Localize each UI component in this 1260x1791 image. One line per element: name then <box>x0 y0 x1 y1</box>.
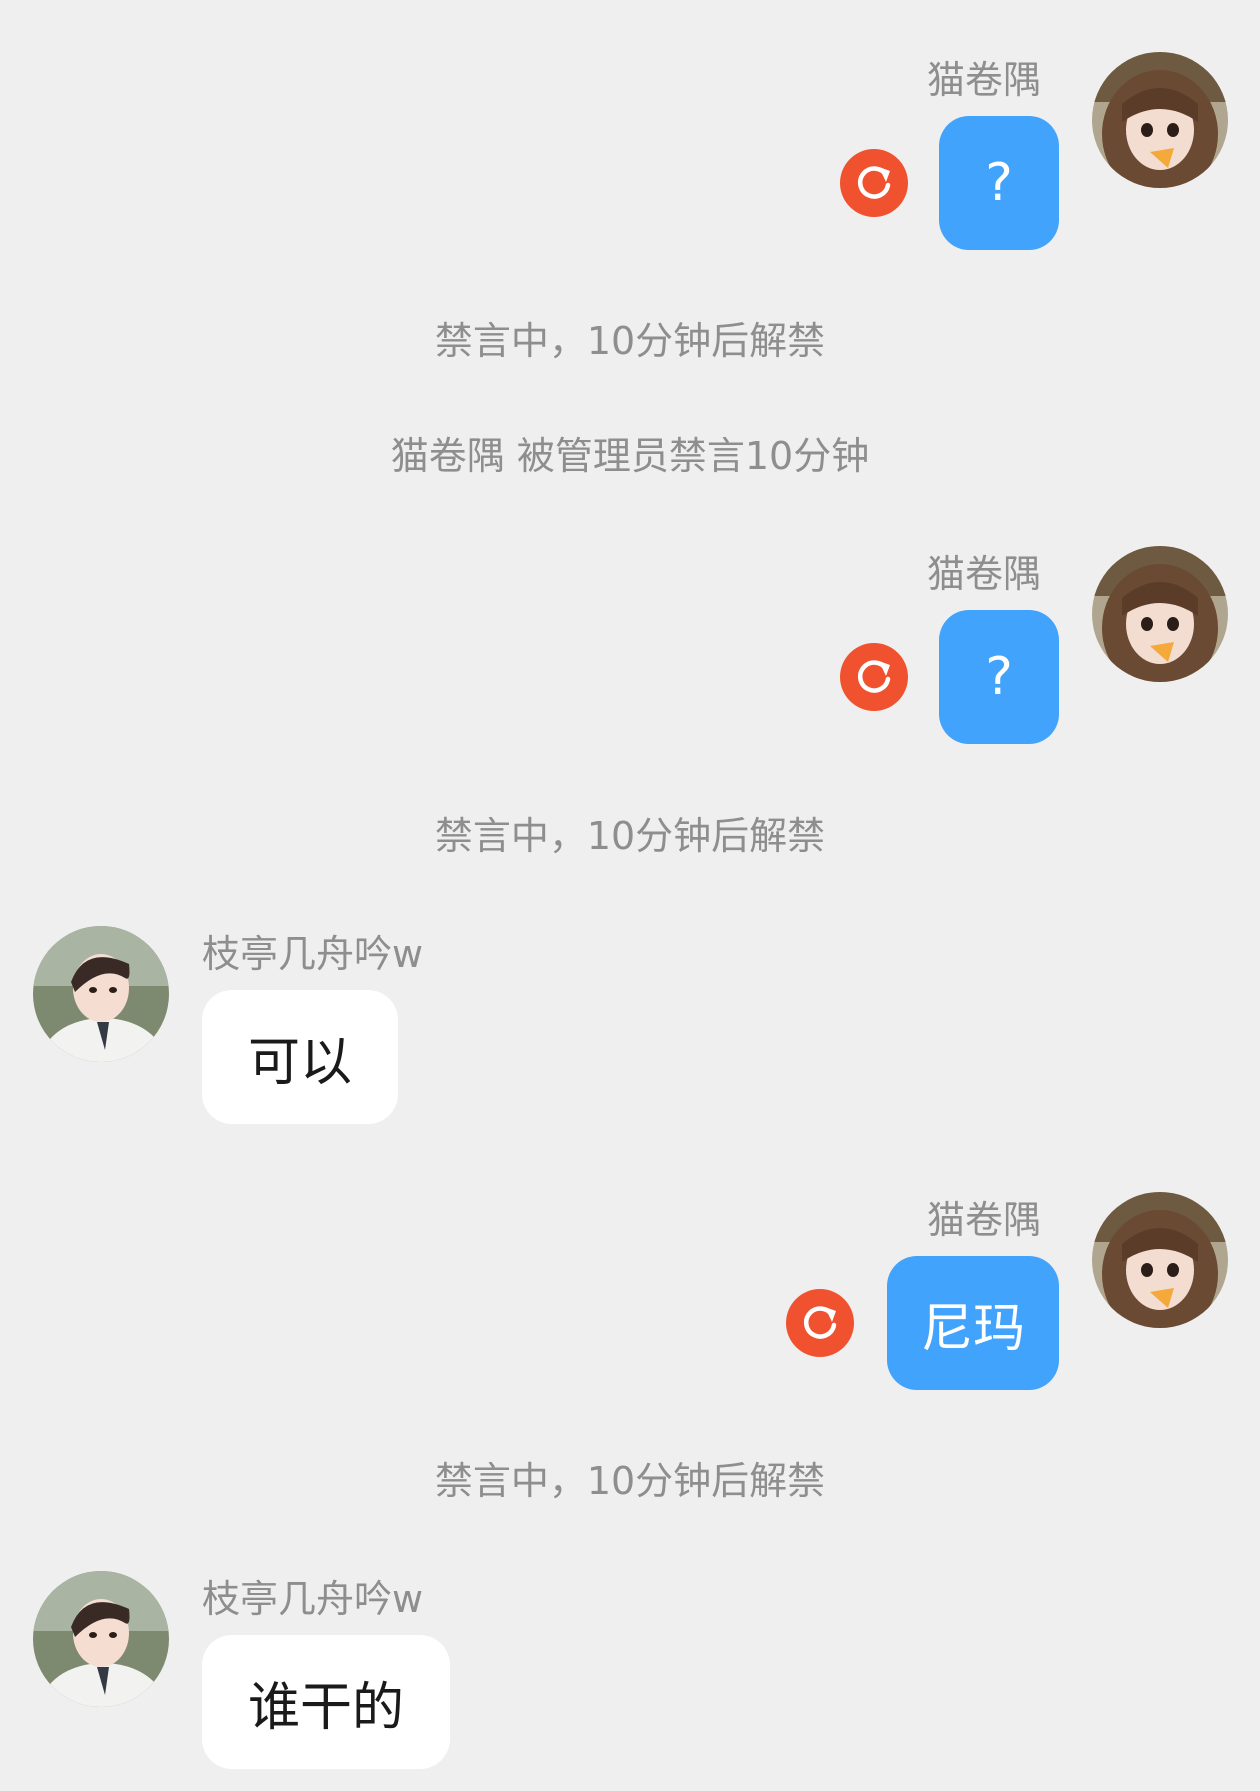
message-bubble[interactable]: ? <box>939 610 1059 744</box>
message-bubble[interactable]: ? <box>939 116 1059 250</box>
sender-avatar[interactable] <box>1092 52 1228 188</box>
female-avatar-icon <box>1092 546 1228 682</box>
female-avatar-icon <box>1092 1192 1228 1328</box>
resend-button[interactable] <box>840 643 908 711</box>
sender-avatar[interactable] <box>1092 1192 1228 1328</box>
message-bubble[interactable]: 谁干的 <box>202 1635 451 1769</box>
system-notice: 猫卷隅 被管理员禁言10分钟 <box>390 434 870 478</box>
sender-name: 枝亭几舟吟w <box>202 1577 424 1621</box>
sender-avatar[interactable] <box>33 926 169 1062</box>
resend-icon <box>858 660 891 693</box>
system-notice: 禁言中，10分钟后解禁 <box>434 319 826 363</box>
system-notice: 禁言中，10分钟后解禁 <box>434 1459 826 1503</box>
resend-button[interactable] <box>786 1289 854 1357</box>
message-bubble[interactable]: 可以 <box>202 990 399 1124</box>
resend-icon <box>804 1306 837 1339</box>
sender-name: 猫卷隅 <box>926 58 1041 102</box>
sender-name: 猫卷隅 <box>926 1198 1041 1242</box>
system-notice: 禁言中，10分钟后解禁 <box>434 814 826 858</box>
male-avatar-icon <box>33 926 169 1062</box>
sender-name: 猫卷隅 <box>926 552 1041 596</box>
message-bubble[interactable]: 尼玛 <box>886 1256 1059 1390</box>
sender-avatar[interactable] <box>1092 546 1228 682</box>
sender-avatar[interactable] <box>33 1571 169 1707</box>
resend-button[interactable] <box>840 149 908 217</box>
resend-icon <box>858 166 891 199</box>
sender-name: 枝亭几舟吟w <box>202 932 424 976</box>
male-avatar-icon <box>33 1571 169 1707</box>
female-avatar-icon <box>1092 52 1228 188</box>
chat-message-list[interactable]: 猫卷隅 ? 禁言中，10分钟后解禁 猫卷隅 被管理员禁言10分钟 猫卷隅 ? 禁… <box>0 0 1260 1791</box>
